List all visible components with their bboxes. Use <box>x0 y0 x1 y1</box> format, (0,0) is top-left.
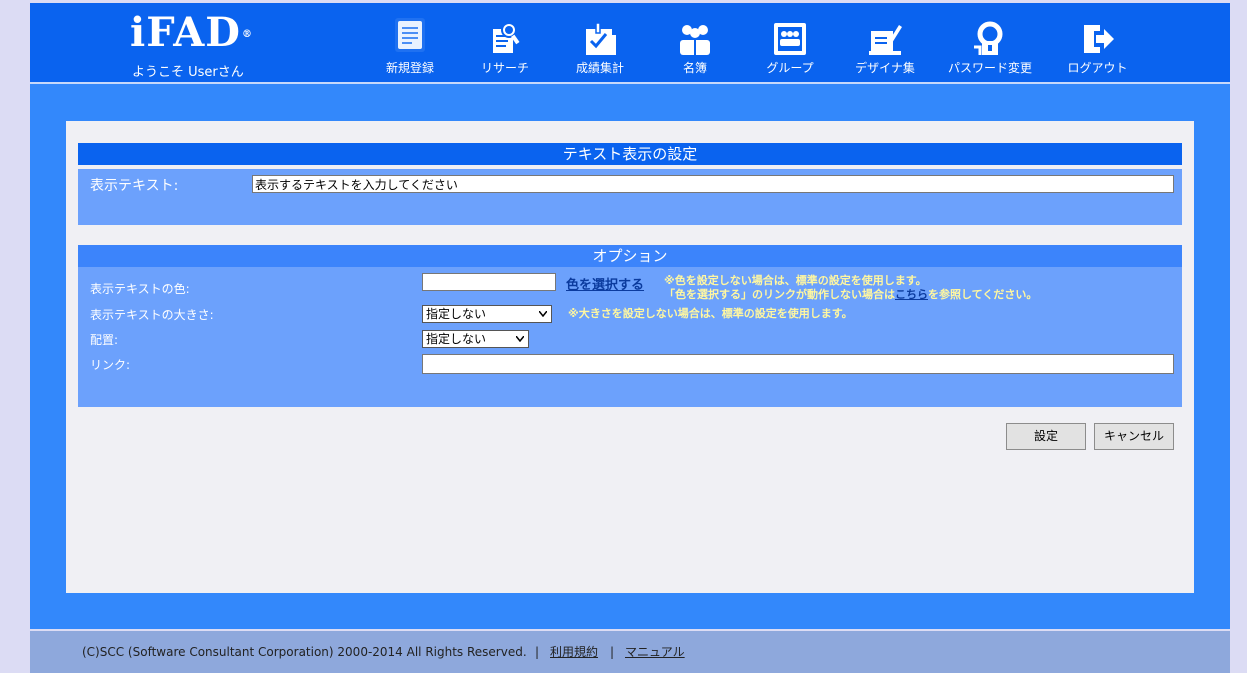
nav-label: 成績集計 <box>575 61 624 75</box>
link-input[interactable] <box>422 354 1174 374</box>
research-icon <box>493 22 520 53</box>
logout-icon <box>1083 25 1114 53</box>
welcome-text: ようこそ Userさん <box>132 65 244 80</box>
color-note-2: 「色を選択する」のリンクが動作しない場合はこちらを参照してください。 <box>664 288 1037 301</box>
chevron-down-icon <box>516 336 524 342</box>
text-section-body: 表示テキスト: <box>78 169 1182 225</box>
nav-label: 名簿 <box>682 61 707 75</box>
password-icon <box>974 21 1003 55</box>
footer-separator: | <box>535 645 540 659</box>
manual-link[interactable]: マニュアル <box>625 631 685 673</box>
nav-label: パスワード変更 <box>947 61 1032 75</box>
link-label: リンク: <box>90 358 131 372</box>
header: iFAD® ようこそ Userさん 新規登録 リサーチ 成績集計 名簿 グループ… <box>30 3 1230 84</box>
nav-label: デザイナ集 <box>855 61 915 75</box>
designer-icon <box>869 25 902 55</box>
size-note: ※大きさを設定しない場合は、標準の設定を使用します。 <box>568 307 853 320</box>
logo: iFAD® <box>130 11 252 55</box>
content-panel: テキスト表示の設定 表示テキスト: オプション 表示テキストの色: 色を選択する… <box>66 121 1194 593</box>
nav-label: 新規登録 <box>385 61 434 75</box>
align-select[interactable]: 指定しない <box>422 330 529 348</box>
group-icon <box>774 23 806 55</box>
nav-item-password[interactable]: パスワード変更 <box>940 3 1040 82</box>
nav-item-new[interactable]: 新規登録 <box>375 3 445 82</box>
chevron-down-icon <box>539 311 547 317</box>
copyright-text: (C)SCC (Software Consultant Corporation)… <box>82 645 527 659</box>
nav-item-research[interactable]: リサーチ <box>470 3 540 82</box>
terms-link[interactable]: 利用規約 <box>550 631 598 673</box>
app-frame: iFAD® ようこそ Userさん 新規登録 リサーチ 成績集計 名簿 グループ… <box>30 3 1230 673</box>
results-icon <box>586 22 616 55</box>
display-text-input[interactable] <box>252 175 1174 193</box>
text-color-input[interactable] <box>422 273 556 291</box>
footer: (C)SCC (Software Consultant Corporation)… <box>30 631 1230 673</box>
display-text-label: 表示テキスト: <box>90 178 179 194</box>
text-size-select[interactable]: 指定しない <box>422 305 552 323</box>
nav-label: リサーチ <box>480 61 529 75</box>
ok-button[interactable]: 設定 <box>1006 423 1086 450</box>
text-color-label: 表示テキストの色: <box>90 282 190 296</box>
align-value: 指定しない <box>426 332 487 346</box>
nav-item-results[interactable]: 成績集計 <box>565 3 635 82</box>
text-size-value: 指定しない <box>426 307 487 321</box>
color-note-2b: を参照してください。 <box>928 288 1038 301</box>
color-note-2a: 「色を選択する」のリンクが動作しない場合は <box>664 288 895 301</box>
cancel-button[interactable]: キャンセル <box>1094 423 1174 450</box>
registered-mark: ® <box>241 29 253 40</box>
options-section-body: 表示テキストの色: 色を選択する ※色を設定しない場合は、標準の設定を使用します… <box>78 267 1182 407</box>
here-link[interactable]: こちら <box>895 288 928 301</box>
roster-icon <box>680 25 710 55</box>
pick-color-link[interactable]: 色を選択する <box>566 274 644 293</box>
logo-text: iFAD <box>130 9 241 56</box>
nav-item-designer[interactable]: デザイナ集 <box>850 3 920 82</box>
new-document-icon <box>395 18 425 52</box>
main-area: テキスト表示の設定 表示テキスト: オプション 表示テキストの色: 色を選択する… <box>30 84 1230 629</box>
footer-separator: | <box>610 645 615 659</box>
nav-item-roster[interactable]: 名簿 <box>660 3 730 82</box>
section-title-options: オプション <box>78 245 1182 267</box>
nav-label: グループ <box>766 61 814 75</box>
section-title-text: テキスト表示の設定 <box>78 143 1182 165</box>
align-label: 配置: <box>90 333 119 347</box>
nav-item-logout[interactable]: ログアウト <box>1060 3 1135 82</box>
text-size-label: 表示テキストの大きさ: <box>90 308 214 322</box>
nav-item-group[interactable]: グループ <box>755 3 825 82</box>
nav-label: ログアウト <box>1067 61 1128 75</box>
color-note-1: ※色を設定しない場合は、標準の設定を使用します。 <box>664 274 927 287</box>
